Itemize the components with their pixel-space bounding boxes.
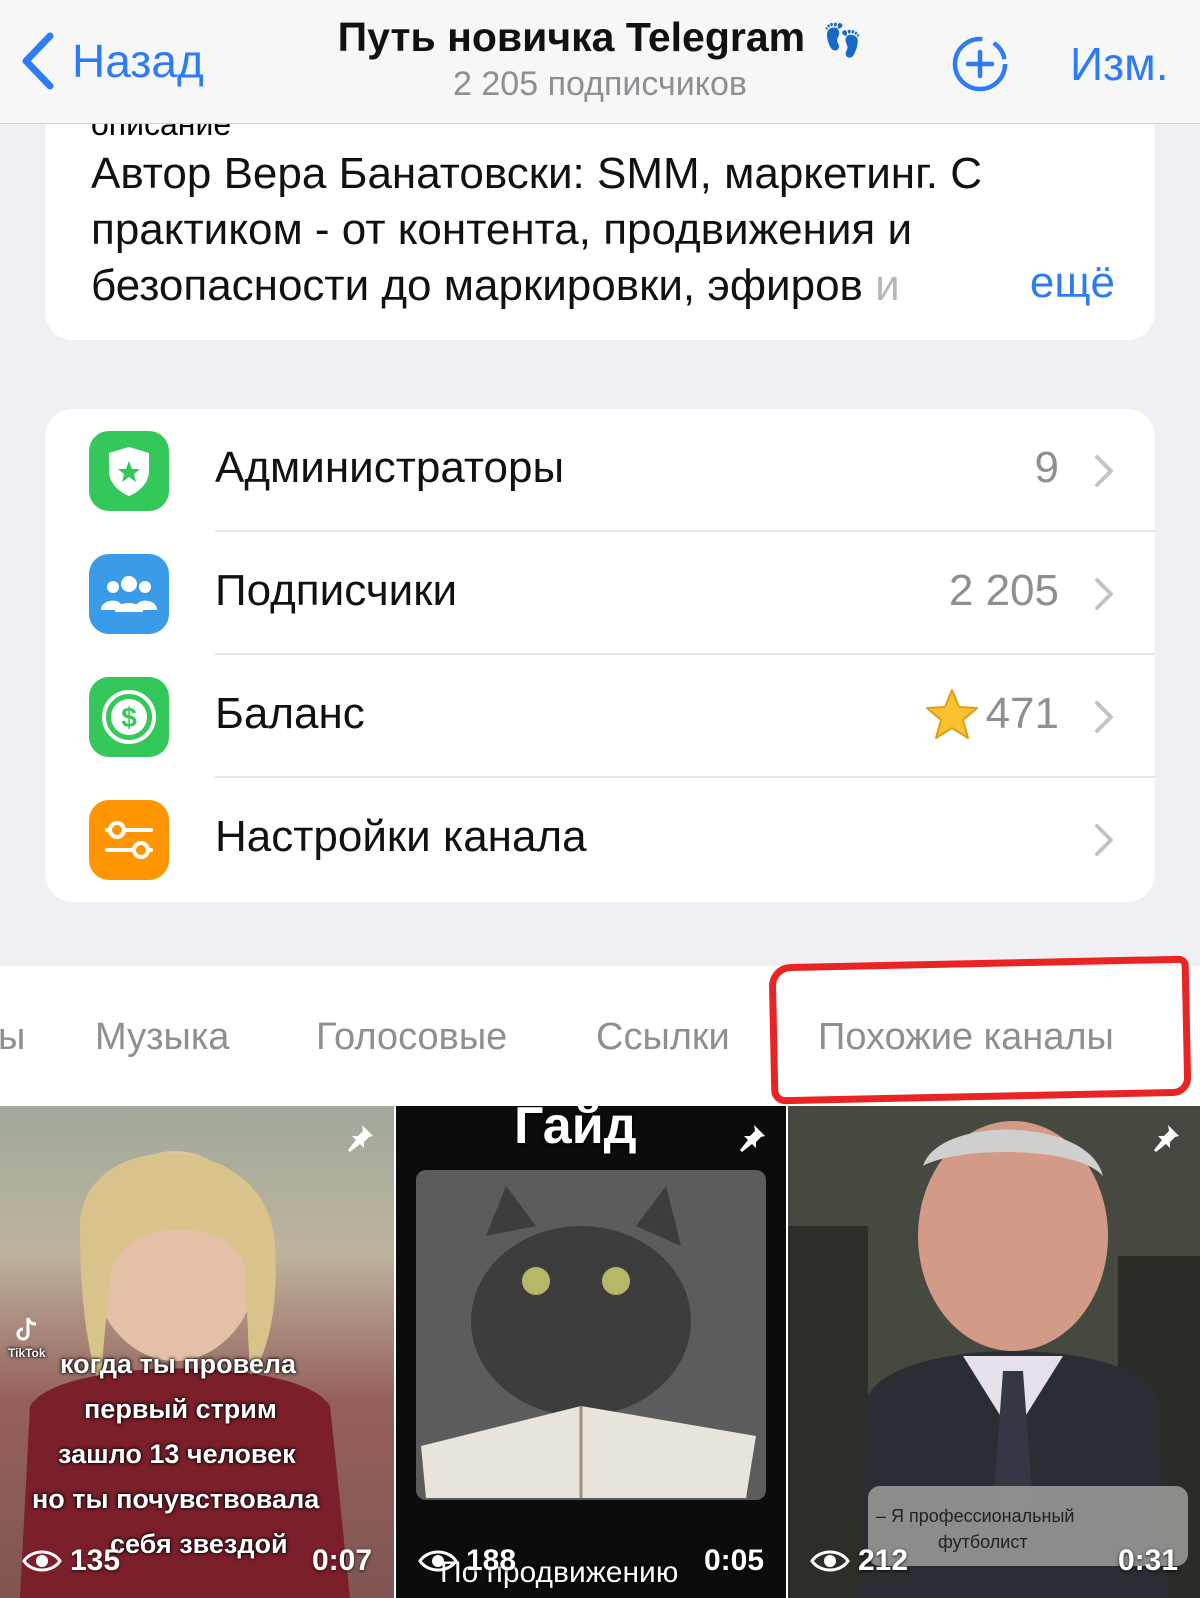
pin-icon	[348, 1125, 373, 1152]
guide-title: Гайд	[514, 1106, 637, 1155]
people-icon	[89, 554, 169, 634]
media-tile[interactable]: Гайд По продвижению 188 0:05	[396, 1106, 786, 1598]
pin-icon	[740, 1125, 765, 1152]
tab-partial[interactable]: ы	[0, 1016, 25, 1059]
channel-header[interactable]: Путь новичка Telegram 👣 2 205 подписчико…	[250, 14, 950, 104]
pin-icon	[1154, 1125, 1179, 1152]
channel-menu: Администраторы 9 Подписчики 2 205 $ Бала…	[45, 409, 1155, 902]
video-duration: 0:07	[311, 1544, 372, 1577]
media-tile[interactable]: – Я профессиональный футболист 212 0:31	[788, 1106, 1200, 1598]
view-count: 135	[22, 1544, 120, 1578]
menu-item-channel-settings[interactable]: Настройки канала	[45, 778, 1155, 901]
toggles-icon	[89, 800, 169, 880]
video-duration: 0:31	[1117, 1544, 1178, 1577]
chevron-left-icon	[22, 32, 54, 90]
menu-item-balance[interactable]: $ Баланс 471	[45, 655, 1155, 778]
video-subtitle-line-2: футболист	[938, 1532, 1028, 1552]
description-text: Автор Вера Банатовски: SMM, маркетинг. С…	[91, 149, 982, 310]
dollar-icon: $	[89, 677, 169, 757]
view-count: 212	[810, 1544, 908, 1578]
tab-music[interactable]: Музыка	[95, 1016, 229, 1059]
star-icon	[926, 689, 978, 739]
eye-icon	[418, 1550, 458, 1572]
eye-icon	[22, 1550, 62, 1572]
shield-star-icon	[89, 431, 169, 511]
subscriber-count: 2 205 подписчиков	[453, 65, 747, 103]
menu-item-administrators[interactable]: Администраторы 9	[45, 409, 1155, 532]
tiktok-icon	[16, 1317, 37, 1341]
video-thumbnail	[416, 1170, 766, 1500]
media-grid: TikTok когда ты провела первый стрим заш…	[0, 1106, 1200, 1598]
chevron-right-icon	[1095, 578, 1113, 610]
menu-item-subscribers[interactable]: Подписчики 2 205	[45, 532, 1155, 655]
video-duration: 0:05	[703, 1544, 764, 1577]
edit-button[interactable]: Изм.	[1070, 37, 1169, 91]
chevron-right-icon	[1095, 701, 1113, 733]
add-story-icon[interactable]	[950, 34, 1010, 94]
back-button[interactable]: Назад	[18, 30, 204, 92]
view-count: 188	[418, 1544, 516, 1578]
description-card: описание Автор Вера Банатовски: SMM, мар…	[45, 100, 1155, 340]
back-label: Назад	[72, 35, 204, 87]
tab-links[interactable]: Ссылки	[596, 1016, 730, 1059]
chevron-right-icon	[1095, 455, 1113, 487]
annotation-highlight	[768, 955, 1192, 1105]
svg-text:$: $	[121, 702, 137, 733]
nav-bar: Назад Путь новичка Telegram 👣 2 205 подп…	[0, 0, 1200, 124]
footprints-icon: 👣	[822, 22, 863, 58]
eye-icon	[810, 1550, 850, 1572]
chevron-right-icon	[1095, 824, 1113, 856]
page-title: Путь новичка Telegram 👣	[337, 14, 863, 60]
video-subtitle-line-1: – Я профессиональный	[876, 1506, 1075, 1526]
tiktok-badge: TikTok	[8, 1346, 46, 1360]
tab-voice[interactable]: Голосовые	[316, 1016, 507, 1059]
media-tile[interactable]: TikTok когда ты провела первый стрим заш…	[0, 1106, 394, 1598]
show-more-link[interactable]: ещё	[1009, 258, 1115, 308]
